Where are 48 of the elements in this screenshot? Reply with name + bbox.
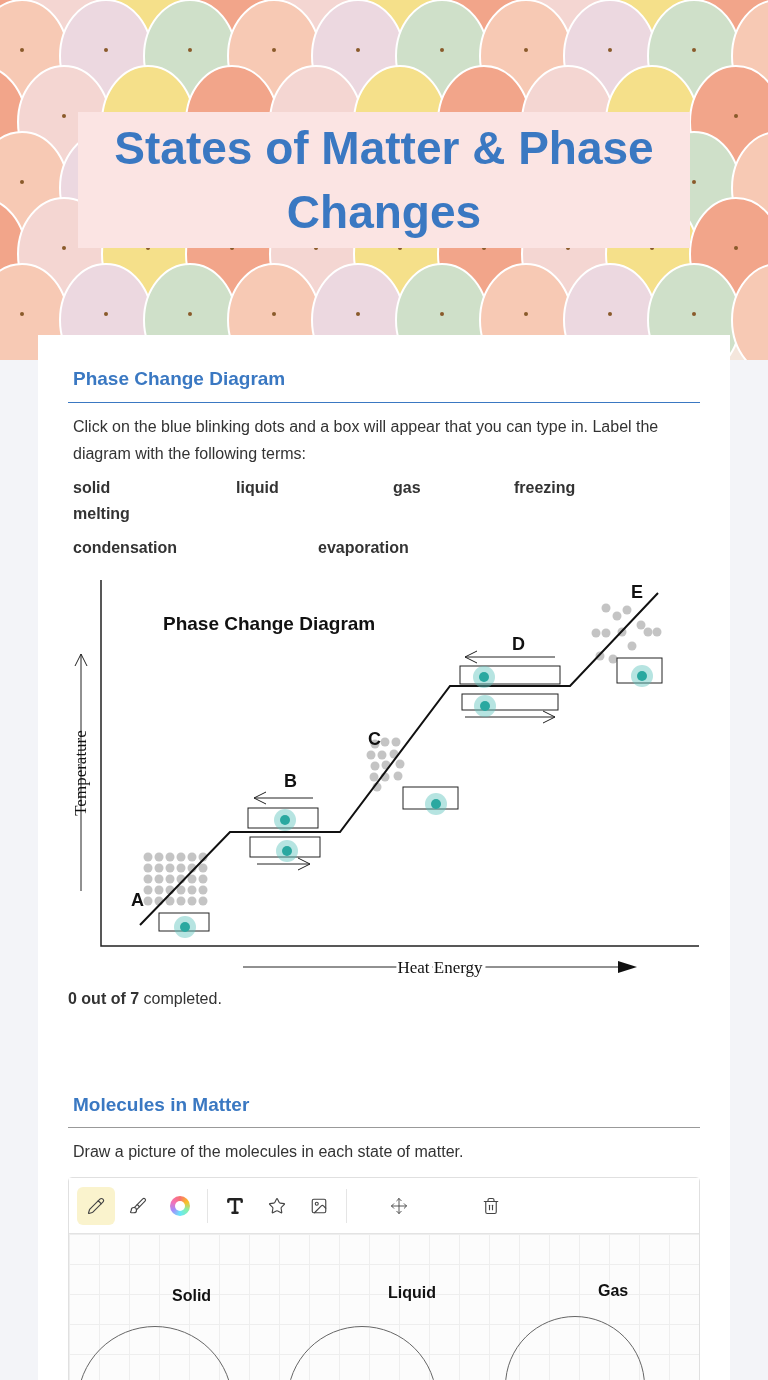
point-label: C xyxy=(368,728,381,749)
pencil-tool-button[interactable] xyxy=(77,1186,115,1225)
canvas-label: Gas xyxy=(598,1281,629,1301)
label-box xyxy=(616,657,663,683)
label-box xyxy=(402,786,459,809)
axis-label: Heat Energy xyxy=(397,957,483,977)
move-icon xyxy=(390,1196,408,1215)
canvas-label: Liquid xyxy=(388,1283,436,1303)
hotspot-dot[interactable] xyxy=(425,792,447,815)
point-label: D xyxy=(512,633,525,654)
hotspot-dot[interactable] xyxy=(274,808,296,831)
term-text: evaporation xyxy=(318,538,409,556)
left-arrow xyxy=(253,791,314,804)
point-label: E xyxy=(631,581,643,602)
hotspot-dot[interactable] xyxy=(174,915,196,938)
page-title: States of Matter & Phase Changes xyxy=(113,121,655,240)
term-text: gas xyxy=(393,478,421,496)
instructions-text: Click on the blue blinking dots and a box will appear that you can type in. Label the diagram with the following terms: xyxy=(72,416,660,464)
term-text: melting xyxy=(73,504,130,522)
hotspot-dot[interactable] xyxy=(276,839,298,862)
drawing-canvas[interactable]: Solid Liquid Gas xyxy=(69,1234,699,1380)
right-arrow xyxy=(256,857,311,870)
instructions-text: Draw a picture of the molecules in each state of matter. xyxy=(72,1142,465,1162)
label-box xyxy=(158,912,210,931)
brush-icon xyxy=(129,1196,147,1215)
term-text: freezing xyxy=(514,478,576,496)
term-text: solid xyxy=(73,478,111,496)
term-text: condensation xyxy=(73,538,177,556)
progress-text: 0 out of 7 completed. xyxy=(68,988,223,1009)
point-label: A xyxy=(131,889,144,910)
term-text: liquid xyxy=(236,478,279,496)
hotspot-dot[interactable] xyxy=(631,664,653,687)
label-box xyxy=(249,836,321,857)
hotspot-dot[interactable] xyxy=(473,665,495,688)
section-heading: Phase Change Diagram xyxy=(72,367,287,391)
diagram-title: Phase Change Diagram xyxy=(163,612,376,634)
point-label: B xyxy=(284,770,297,791)
text-tool-icon xyxy=(225,1195,245,1216)
label-box xyxy=(247,807,319,828)
pencil-icon xyxy=(87,1196,105,1215)
hotspot-dot[interactable] xyxy=(474,694,496,717)
section-heading: Molecules in Matter xyxy=(72,1092,251,1117)
axis-label: Temperature xyxy=(71,729,90,816)
color-wheel-icon xyxy=(170,1195,190,1216)
trash-icon xyxy=(482,1196,500,1215)
image-icon xyxy=(310,1196,328,1215)
canvas-label: Solid xyxy=(172,1286,212,1306)
star-icon xyxy=(268,1196,286,1215)
